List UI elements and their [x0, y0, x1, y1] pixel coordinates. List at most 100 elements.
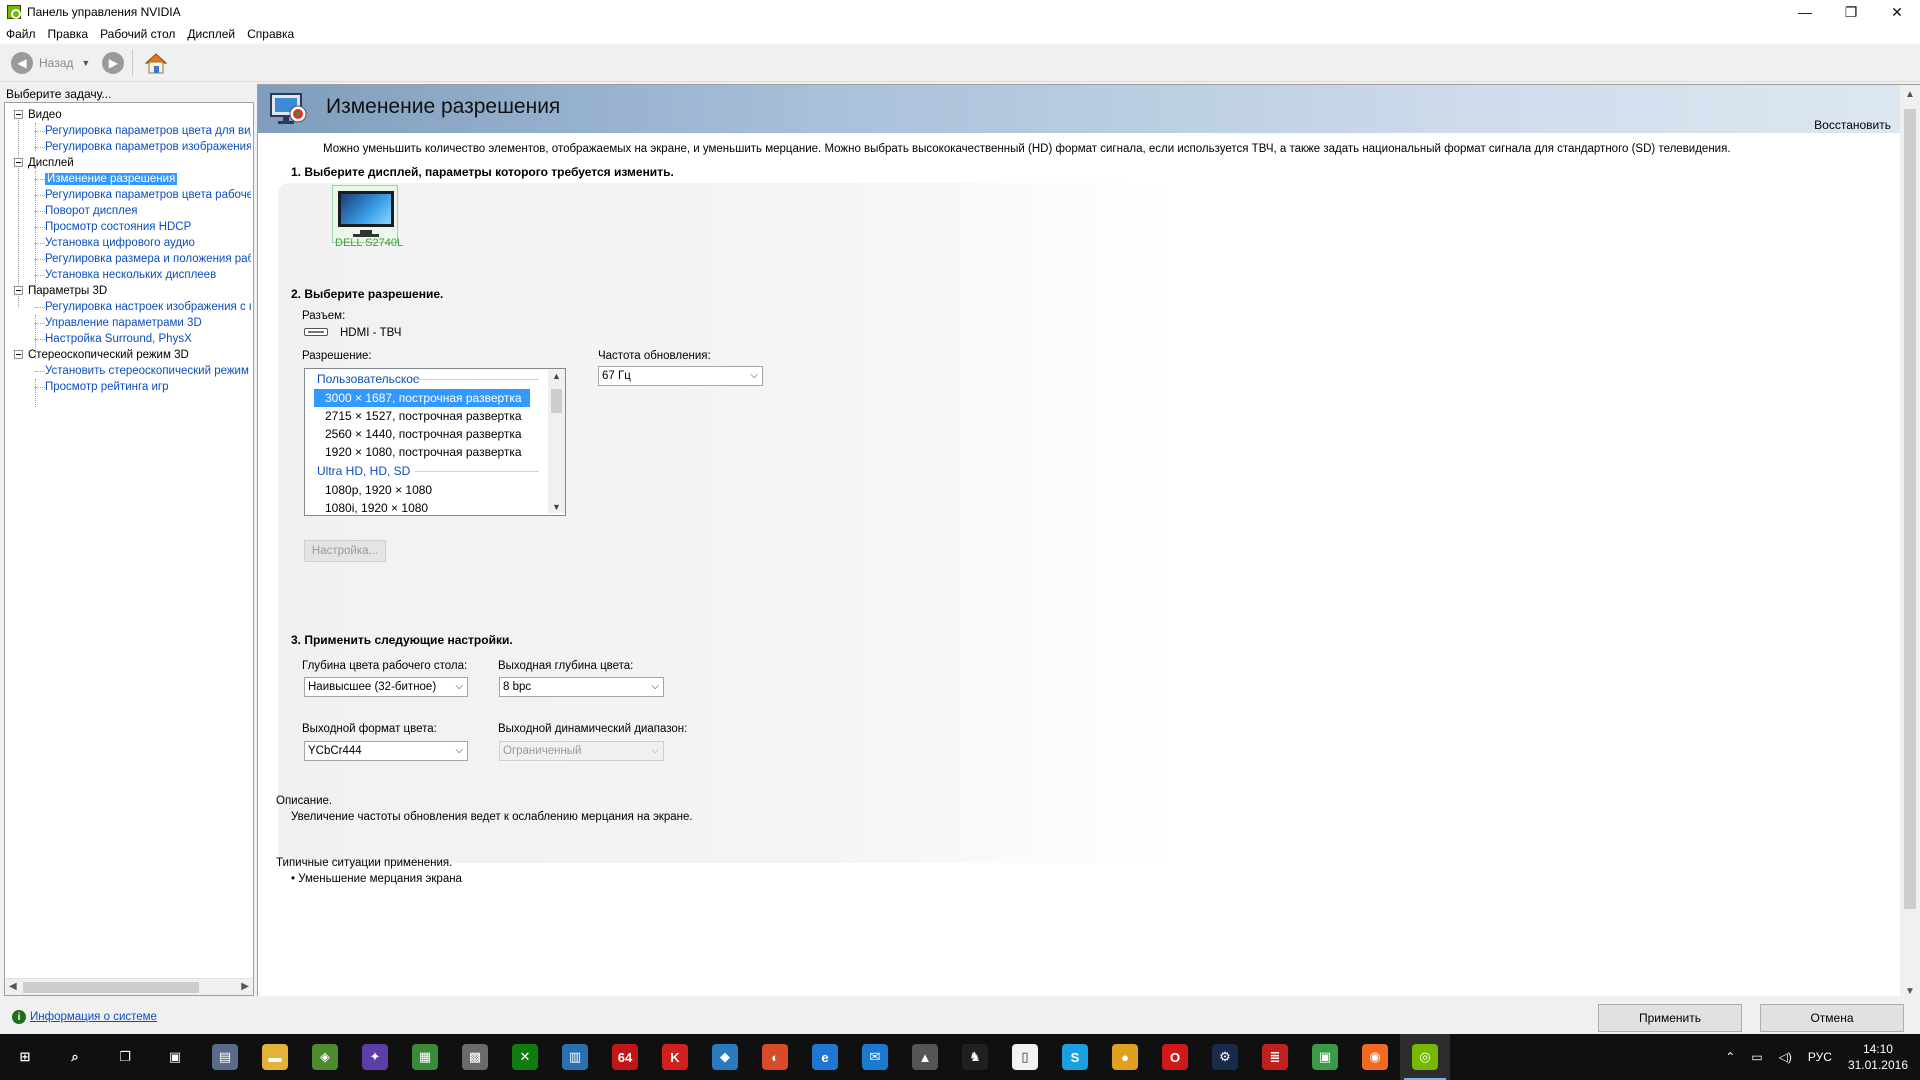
- menu-desktop[interactable]: Рабочий стол: [100, 27, 175, 41]
- kaspersky-icon[interactable]: K: [650, 1034, 700, 1080]
- app-icon-7[interactable]: ▲: [900, 1034, 950, 1080]
- edge-icon[interactable]: e: [800, 1034, 850, 1080]
- tree-category-3d[interactable]: Параметры 3D: [5, 283, 251, 299]
- menu-file[interactable]: Файл: [6, 27, 36, 41]
- history-dropdown-icon[interactable]: ▼: [81, 58, 90, 68]
- tree-category-display[interactable]: Дисплей: [5, 155, 251, 171]
- app-icon-1[interactable]: ◈: [300, 1034, 350, 1080]
- app-icon-8[interactable]: ♞: [950, 1034, 1000, 1080]
- tree-item-digital-audio[interactable]: Установка цифрового аудио: [5, 235, 251, 251]
- customize-button[interactable]: Настройка...: [304, 540, 386, 562]
- scroll-left-icon[interactable]: ◀: [9, 981, 17, 992]
- start-icon[interactable]: ⊞: [0, 1034, 50, 1080]
- cancel-button[interactable]: Отмена: [1760, 1004, 1904, 1032]
- app-icon-2[interactable]: ✦: [350, 1034, 400, 1080]
- network-icon[interactable]: ▭: [1751, 1050, 1762, 1064]
- nvidia-icon[interactable]: ◎: [1400, 1034, 1450, 1080]
- tree-horizontal-scrollbar[interactable]: ◀ ▶: [5, 978, 253, 995]
- xbox-icon[interactable]: ✕: [500, 1034, 550, 1080]
- calculator-icon[interactable]: ▥: [550, 1034, 600, 1080]
- scrollbar-thumb[interactable]: [1904, 109, 1916, 909]
- resolution-option-selected[interactable]: 3000 × 1687, построчная развертка: [314, 389, 530, 407]
- maximize-button[interactable]: ❐: [1828, 0, 1874, 24]
- scrollbar-thumb[interactable]: [23, 982, 199, 993]
- resolution-listbox[interactable]: Пользовательское 3000 × 1687, построчная…: [304, 368, 566, 516]
- menu-display[interactable]: Дисплей: [187, 27, 235, 41]
- refresh-rate-select[interactable]: 67 Гц ⌵: [598, 366, 763, 386]
- display-name-label[interactable]: DELL S2740L: [335, 237, 403, 249]
- resolution-option[interactable]: 1080i, 1920 × 1080: [305, 499, 565, 515]
- computer-icon[interactable]: ▤: [200, 1034, 250, 1080]
- skype-icon[interactable]: S: [1050, 1034, 1100, 1080]
- outlook-icon[interactable]: ✉: [850, 1034, 900, 1080]
- collapse-icon[interactable]: [14, 286, 23, 295]
- task-view-icon[interactable]: ❐: [100, 1034, 150, 1080]
- home-icon[interactable]: [143, 50, 169, 76]
- forward-button[interactable]: ▶: [102, 51, 125, 74]
- opera-icon[interactable]: O: [1150, 1034, 1200, 1080]
- tree-item-multiple-displays[interactable]: Установка нескольких дисплеев: [5, 267, 251, 283]
- menu-help[interactable]: Справка: [247, 27, 294, 41]
- tree-item-desktop-color[interactable]: Регулировка параметров цвета рабочего ст…: [5, 187, 251, 203]
- app-icon-10[interactable]: ▣: [1300, 1034, 1350, 1080]
- tree-item-manage-3d[interactable]: Управление параметрами 3D: [5, 315, 251, 331]
- tree-item-video-image[interactable]: Регулировка параметров изображения для в…: [5, 139, 251, 155]
- app-icon-6[interactable]: ◐: [750, 1034, 800, 1080]
- origin-icon[interactable]: ◉: [1350, 1034, 1400, 1080]
- app-icon-9[interactable]: ≣: [1250, 1034, 1300, 1080]
- scroll-down-icon[interactable]: ▼: [552, 502, 561, 512]
- back-button[interactable]: ◀: [11, 51, 33, 74]
- tree-item-hdcp-status[interactable]: Просмотр состояния HDCP: [5, 219, 251, 235]
- tree-item-game-ratings[interactable]: Просмотр рейтинга игр: [5, 379, 251, 395]
- content-vertical-scrollbar[interactable]: ▲ ▼: [1900, 85, 1920, 996]
- system-info-link[interactable]: Информация о системе: [30, 1011, 157, 1023]
- close-button[interactable]: ✕: [1874, 0, 1920, 24]
- clock[interactable]: 14:10 31.01.2016: [1848, 1041, 1908, 1073]
- speaker-icon[interactable]: ◁): [1779, 1050, 1792, 1064]
- apply-button[interactable]: Применить: [1598, 1004, 1742, 1032]
- resolution-option[interactable]: 1080p, 1920 × 1080: [305, 481, 565, 499]
- resolution-option[interactable]: 2715 × 1527, построчная развертка: [305, 407, 565, 425]
- menu-edit[interactable]: Правка: [48, 27, 89, 41]
- desktop-color-depth-select[interactable]: Наивысшее (32-битное) ⌵: [304, 677, 468, 697]
- language-indicator[interactable]: РУС: [1808, 1050, 1832, 1064]
- back-label[interactable]: Назад: [39, 56, 73, 70]
- aida-icon[interactable]: 64: [600, 1034, 650, 1080]
- tree-item-rotate-display[interactable]: Поворот дисплея: [5, 203, 251, 219]
- output-color-format-select[interactable]: YCbCr444 ⌵: [304, 741, 468, 761]
- display-selector[interactable]: [332, 185, 398, 243]
- tree-item-3d-preview[interactable]: Регулировка настроек изображения с просм…: [5, 299, 251, 315]
- collapse-icon[interactable]: [14, 350, 23, 359]
- scroll-up-icon[interactable]: ▲: [1905, 89, 1915, 100]
- tree-category-video[interactable]: Видео: [5, 107, 251, 123]
- collapse-icon[interactable]: [14, 158, 23, 167]
- store-icon[interactable]: ▣: [150, 1034, 200, 1080]
- folder-icon[interactable]: ▬: [250, 1034, 300, 1080]
- scrollbar-thumb[interactable]: [551, 389, 562, 413]
- file-icon[interactable]: ▯: [1000, 1034, 1050, 1080]
- steam-icon[interactable]: ⚙: [1200, 1034, 1250, 1080]
- search-icon[interactable]: ⌕: [50, 1034, 100, 1080]
- tree-item-surround-physx[interactable]: Настройка Surround, PhysX: [5, 331, 251, 347]
- scroll-up-icon[interactable]: ▲: [552, 371, 561, 381]
- dynamic-range-select[interactable]: Ограниченный ⌵: [499, 741, 664, 761]
- tree-item-desktop-size[interactable]: Регулировка размера и положения рабочего…: [5, 251, 251, 267]
- resolution-list-scrollbar[interactable]: ▲ ▼: [548, 369, 565, 513]
- app-icon-4[interactable]: ▩: [450, 1034, 500, 1080]
- scroll-down-icon[interactable]: ▼: [1905, 986, 1915, 996]
- collapse-icon[interactable]: [14, 110, 23, 119]
- tray-chevron-up-icon[interactable]: ⌃: [1725, 1050, 1735, 1064]
- tree-category-stereo-3d[interactable]: Стереоскопический режим 3D: [5, 347, 251, 363]
- tree-item-change-resolution[interactable]: Изменение разрешения: [5, 171, 251, 187]
- chrome-icon[interactable]: ●: [1100, 1034, 1150, 1080]
- resolution-option[interactable]: 2560 × 1440, построчная развертка: [305, 425, 565, 443]
- app-icon-5[interactable]: ◆: [700, 1034, 750, 1080]
- minimize-button[interactable]: —: [1782, 0, 1828, 24]
- app-icon-3[interactable]: ▦: [400, 1034, 450, 1080]
- tree-item-set-stereo-3d[interactable]: Установить стереоскопический режим 3D: [5, 363, 251, 379]
- restore-link[interactable]: Восстановить: [1814, 118, 1891, 132]
- resolution-option[interactable]: 1920 × 1080, построчная развертка: [305, 443, 565, 461]
- scroll-right-icon[interactable]: ▶: [241, 981, 249, 992]
- output-color-depth-select[interactable]: 8 bpc ⌵: [499, 677, 664, 697]
- tree-item-video-color[interactable]: Регулировка параметров цвета для видео: [5, 123, 251, 139]
